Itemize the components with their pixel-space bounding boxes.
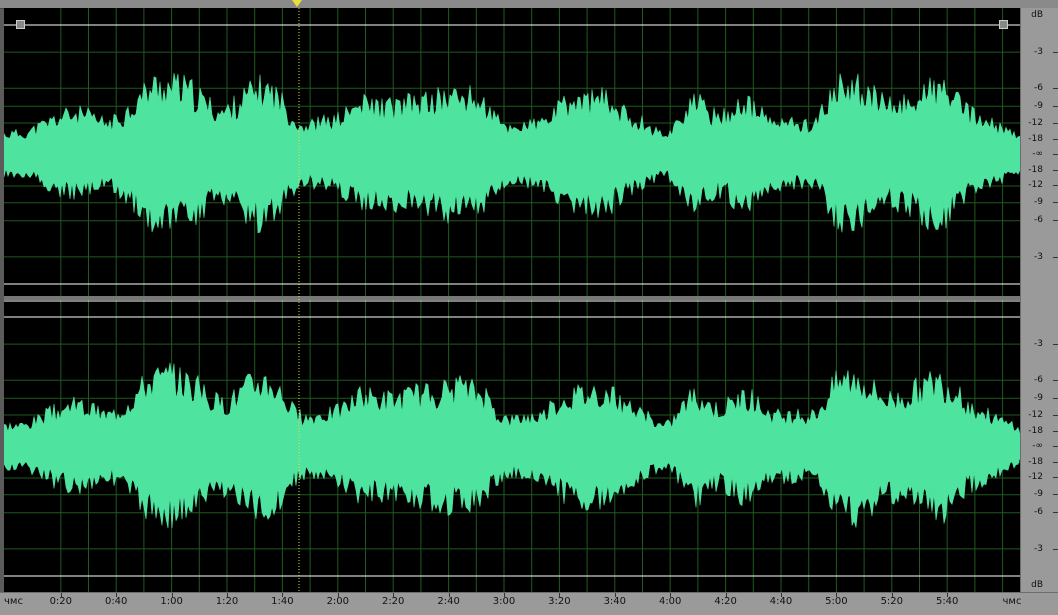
db-scale-label: -12 <box>1028 472 1043 483</box>
time-ruler[interactable]: чмс 0:20 0:40 1:00 1:20 1:40 2:00 2:20 2:40 3:00… <box>0 592 1058 615</box>
db-tick <box>1053 154 1058 155</box>
ruler-tick <box>725 593 727 597</box>
ruler-tick <box>60 593 62 597</box>
ruler-tick <box>947 593 949 597</box>
ruler-time-label: 4:40 <box>769 596 793 607</box>
db-scale-label: -3 <box>1034 47 1043 58</box>
db-tick <box>1053 88 1058 90</box>
ruler-time-label: 5:00 <box>825 596 848 607</box>
db-tick <box>1053 138 1058 140</box>
ruler-tick <box>891 593 893 597</box>
db-tick <box>1053 202 1058 204</box>
db-tick <box>1053 512 1058 514</box>
db-scale-label: -18 <box>1028 425 1043 436</box>
db-scale-label: -6 <box>1034 507 1043 518</box>
db-tick <box>1053 461 1058 463</box>
ruler-tick <box>670 593 672 597</box>
db-scale-label: -12 <box>1028 410 1043 421</box>
db-scale-label: -9 <box>1034 489 1043 500</box>
db-tick <box>1053 398 1058 400</box>
ruler-time-label: 3:00 <box>492 596 516 607</box>
ruler-time-label: 4:20 <box>714 596 737 607</box>
db-scale-label: -3 <box>1034 251 1043 262</box>
waveform-canvas[interactable] <box>4 8 1020 592</box>
waveform-channel-2 <box>4 362 1020 529</box>
db-scale-label: -9 <box>1034 197 1043 208</box>
ruler-time-label: 5:20 <box>880 596 904 607</box>
db-tick <box>1053 446 1058 447</box>
fade-in-handle-icon[interactable] <box>16 20 25 29</box>
db-tick <box>1053 169 1058 171</box>
db-scale-label: -6 <box>1034 215 1043 226</box>
ruler-tick <box>116 593 118 597</box>
ruler-start-label: чмс <box>4 596 23 607</box>
db-tick <box>1053 123 1058 125</box>
db-scale-label: -6 <box>1034 375 1043 386</box>
db-tick <box>1053 477 1058 479</box>
db-tick <box>1053 380 1058 382</box>
db-scale-label: -3 <box>1034 339 1043 350</box>
ruler-tick <box>559 593 561 597</box>
ruler-time-label: 1:20 <box>215 596 239 607</box>
playhead-marker-icon[interactable] <box>292 0 302 7</box>
db-tick <box>1053 185 1058 187</box>
ruler-time-label: 4:00 <box>658 596 682 607</box>
ruler-tick <box>836 593 838 597</box>
db-scale-label: -9 <box>1034 101 1043 112</box>
ruler-end-label: чмс <box>1002 596 1022 607</box>
waveform-display[interactable] <box>4 8 1020 592</box>
db-tick <box>1053 106 1058 108</box>
ruler-time-label: 0:20 <box>49 596 73 607</box>
db-unit-label-top: dB <box>1031 10 1043 20</box>
waveform-channel-1 <box>4 72 1020 234</box>
channel-divider <box>4 296 1020 300</box>
ruler-tick <box>448 593 450 597</box>
db-scale-label: -6 <box>1034 83 1043 94</box>
ruler-time-label: 2:40 <box>437 596 460 607</box>
db-scale-label: -9 <box>1034 393 1043 404</box>
db-tick <box>1053 52 1058 54</box>
db-tick <box>1053 220 1058 222</box>
ruler-tick <box>227 593 228 597</box>
ruler-time-label: 0:40 <box>104 596 128 607</box>
db-scale-label: -18 <box>1028 133 1043 144</box>
ruler-time-label: 1:00 <box>160 596 183 607</box>
db-scale: dB -3 -6 -9 -12 -18 -∞ -18 -12 -9 -6 -3 -3 -6 -9 -12 -1… <box>1020 8 1058 592</box>
ruler-tick <box>337 593 339 597</box>
fade-out-handle-icon[interactable] <box>999 20 1008 29</box>
ruler-time-label: 3:40 <box>603 596 627 607</box>
db-tick <box>1053 344 1058 346</box>
ruler-time-label: 1:40 <box>271 596 294 607</box>
ruler-time-label: 5:40 <box>935 596 959 607</box>
audio-editor-window: dB -3 -6 -9 -12 -18 -∞ -18 -12 -9 -6 -3 -3 -6 -9 -12 -1… <box>0 0 1058 615</box>
db-tick <box>1053 415 1058 417</box>
ruler-tick <box>171 593 173 597</box>
db-scale-label: -3 <box>1034 543 1043 554</box>
db-tick <box>1053 256 1058 258</box>
db-scale-label: -18 <box>1028 456 1043 467</box>
db-scale-label: -∞ <box>1032 149 1043 159</box>
db-unit-label-bottom: dB <box>1031 580 1043 590</box>
db-tick <box>1053 494 1058 496</box>
ruler-tick <box>282 593 284 597</box>
ruler-time-label: 2:20 <box>381 596 405 607</box>
db-tick <box>1053 430 1058 432</box>
db-scale-label: -12 <box>1028 180 1043 191</box>
db-scale-label: -18 <box>1028 164 1043 175</box>
ruler-time-label: 2:00 <box>326 596 350 607</box>
ruler-time-label: 3:20 <box>548 596 571 607</box>
db-scale-label: -∞ <box>1032 441 1043 451</box>
db-scale-label: -12 <box>1028 118 1043 129</box>
ruler-tick <box>504 593 505 597</box>
ruler-tick <box>614 593 616 597</box>
ruler-tick <box>393 593 395 597</box>
db-tick <box>1053 548 1058 550</box>
ruler-tick <box>781 593 782 597</box>
